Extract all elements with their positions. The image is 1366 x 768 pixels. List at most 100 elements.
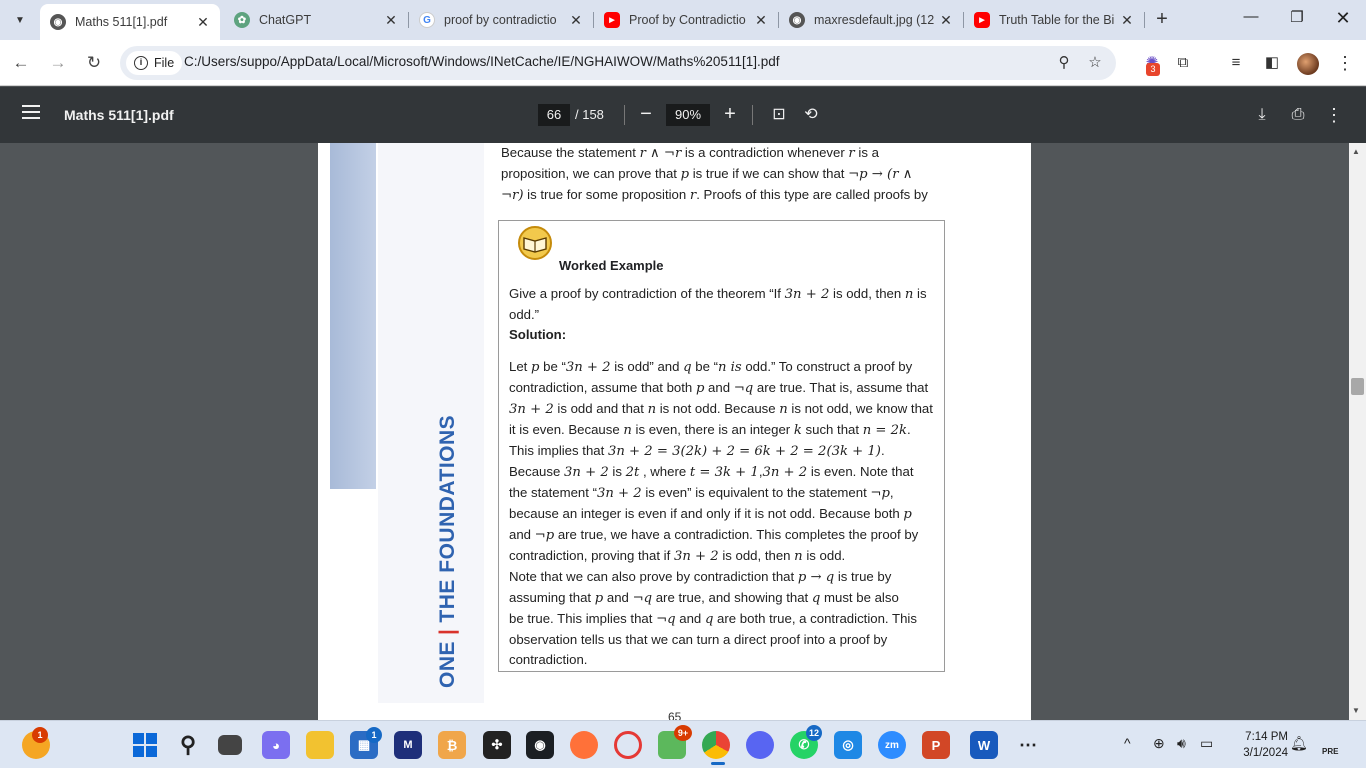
math-expression: 3n + 2 <box>762 465 808 480</box>
tab-chatgpt[interactable]: ✿ ChatGPT ✕ <box>224 4 409 36</box>
tray-chevron-icon[interactable]: ^ <box>1124 735 1131 751</box>
scroll-down-arrow-icon[interactable]: ▼ <box>1352 706 1360 715</box>
new-tab-button[interactable]: + <box>1150 8 1174 32</box>
task-view-icon[interactable] <box>218 735 242 755</box>
chrome-menu-icon[interactable]: ⋮ <box>1332 51 1358 75</box>
address-bar[interactable]: i File C:/Users/suppo/AppData/Local/Micr… <box>120 46 1116 80</box>
close-icon[interactable]: ✕ <box>567 12 585 29</box>
text-segment: is odd and that <box>553 401 648 416</box>
tab-youtube-proof[interactable]: ▶ Proof by Contradictio ✕ <box>594 4 779 36</box>
forward-button[interactable]: → <box>45 50 71 76</box>
windows-start-icon[interactable] <box>131 731 159 759</box>
text-segment: assuming that <box>509 590 595 605</box>
text-line: Note that we can also prove by contradic… <box>509 567 937 588</box>
more-options-icon[interactable]: ⋮ <box>1322 103 1346 127</box>
scrollbar[interactable] <box>1349 143 1366 720</box>
firefox-icon[interactable] <box>570 731 598 759</box>
text-line: it is even. Because n is even, there is … <box>509 420 937 441</box>
page-total: / 158 <box>575 107 604 122</box>
powerpoint-icon[interactable]: P <box>922 731 950 759</box>
file-explorer-icon[interactable] <box>306 731 334 759</box>
clock[interactable]: 7:14 PM 3/1/2024 <box>1228 729 1288 761</box>
tab-title: Proof by Contradictio <box>629 13 746 27</box>
text-line: Because the statement r ∧ ¬r is a contra… <box>501 143 945 164</box>
fit-page-icon[interactable]: ⊡ <box>767 103 791 127</box>
text-segment: , where <box>639 464 690 479</box>
text-line: contradiction. <box>509 650 937 670</box>
notification-bell-icon[interactable]: 🔔︎ <box>1290 735 1308 752</box>
chrome-icon[interactable] <box>702 731 730 759</box>
tab-youtube-truth-table[interactable]: ▶ Truth Table for the Bi ✕ <box>964 4 1145 36</box>
zoom-magnifier-icon[interactable]: ⚲ <box>1053 52 1075 74</box>
text-segment: . <box>880 443 885 458</box>
close-icon[interactable]: ✕ <box>382 12 400 29</box>
rotate-icon[interactable]: ⟲ <box>799 103 823 127</box>
discord-icon[interactable] <box>746 731 774 759</box>
app-icon[interactable]: M <box>394 731 422 759</box>
tab-maths-pdf[interactable]: ◉ Maths 511[1].pdf ✕ <box>40 4 220 40</box>
browser-toolbar: ← → ↻ i File C:/Users/suppo/AppData/Loca… <box>0 40 1366 86</box>
close-icon[interactable]: ✕ <box>194 14 212 31</box>
bookmark-star-icon[interactable]: ☆ <box>1084 52 1106 74</box>
math-expression: 3n + 2 <box>564 465 609 480</box>
battery-icon[interactable]: ▭ <box>1200 735 1213 752</box>
text-line: This implies that 3n + 2 = 3(2k) + 2 = 6… <box>509 441 937 462</box>
windows-taskbar: 1 ⚲ ◕ ▦ 1 M ₿ ✣ ◉ 9+ ✆ 12 ◎ zm P W ⋯ ^ ⊕… <box>0 720 1366 768</box>
close-icon[interactable]: ✕ <box>1118 12 1136 29</box>
text-line: contradiction, proving that if 3n + 2 is… <box>509 546 937 567</box>
text-line: observation tells us that we can turn a … <box>509 630 937 650</box>
media-control-icon[interactable]: ≡ <box>1223 51 1249 75</box>
opera-icon[interactable] <box>614 731 642 759</box>
text-segment: . <box>907 422 911 437</box>
math-expression: k <box>793 423 802 438</box>
back-button[interactable]: ← <box>8 50 34 76</box>
app-icon-blue[interactable]: ◎ <box>834 731 862 759</box>
teams-chat-icon[interactable]: ◕ <box>262 731 290 759</box>
scroll-up-arrow-icon[interactable]: ▲ <box>1352 147 1360 156</box>
extensions-puzzle-icon[interactable]: ⧉ <box>1170 51 1196 75</box>
close-icon[interactable]: ✕ <box>752 12 770 29</box>
math-expression: 3n + 2 <box>784 287 830 302</box>
math-expression: ¬q <box>632 591 653 606</box>
extension-badge: 3 <box>1146 63 1160 76</box>
tab-google-search[interactable]: G proof by contradictio ✕ <box>409 4 594 36</box>
profile-avatar[interactable] <box>1297 53 1319 75</box>
url-text[interactable]: C:/Users/suppo/AppData/Local/Microsoft/W… <box>184 54 779 69</box>
side-panel-icon[interactable]: ◧ <box>1259 51 1285 75</box>
text-line: because an integer is even if and only i… <box>509 504 937 525</box>
close-window-button[interactable]: ✕ <box>1320 8 1366 32</box>
tab-image[interactable]: ◉ maxresdefault.jpg (12 ✕ <box>779 4 964 36</box>
text-segment: is <box>608 464 626 479</box>
text-segment: must be also <box>820 590 899 605</box>
text-segment: is odd, then <box>718 548 795 563</box>
reload-button[interactable]: ↻ <box>81 50 107 76</box>
globe-icon: ◉ <box>789 12 805 28</box>
app-icon-orange[interactable]: ₿ <box>438 731 466 759</box>
volume-icon[interactable]: 🔊︎ <box>1177 735 1186 752</box>
zoom-out-button[interactable]: − <box>634 103 658 127</box>
close-icon[interactable]: ✕ <box>937 12 955 29</box>
tab-search-chevron-icon[interactable]: ▼ <box>6 6 34 34</box>
pdf-viewer[interactable]: ONE|THE FOUNDATIONS Because the statemen… <box>0 143 1366 720</box>
figma-icon[interactable]: ✣ <box>483 731 511 759</box>
app-badge: 9+ <box>674 725 692 741</box>
text-segment: the statement “ <box>509 485 597 500</box>
text-segment: because an integer is even if and only i… <box>509 506 904 521</box>
scrollbar-thumb[interactable] <box>1351 378 1364 395</box>
page-number-input[interactable]: 66 <box>538 104 570 126</box>
restore-button[interactable]: ❐ <box>1274 8 1320 32</box>
zoom-icon[interactable]: zm <box>878 731 906 759</box>
print-icon[interactable]: ⎙ <box>1286 103 1310 127</box>
menu-icon[interactable] <box>22 105 40 119</box>
language-icon[interactable]: ⊕ <box>1153 735 1165 752</box>
zoom-in-button[interactable]: + <box>718 103 742 127</box>
minimize-button[interactable]: — <box>1228 8 1274 32</box>
more-apps-icon[interactable]: ⋯ <box>1014 731 1042 759</box>
github-icon[interactable]: ◉ <box>526 731 554 759</box>
download-icon[interactable]: ⤓ <box>1250 103 1274 127</box>
globe-icon: ◉ <box>50 14 66 30</box>
word-icon[interactable]: W <box>970 731 998 759</box>
zoom-input[interactable]: 90% <box>666 104 710 126</box>
site-info-chip[interactable]: i File <box>126 51 183 75</box>
search-icon[interactable]: ⚲ <box>174 731 202 759</box>
